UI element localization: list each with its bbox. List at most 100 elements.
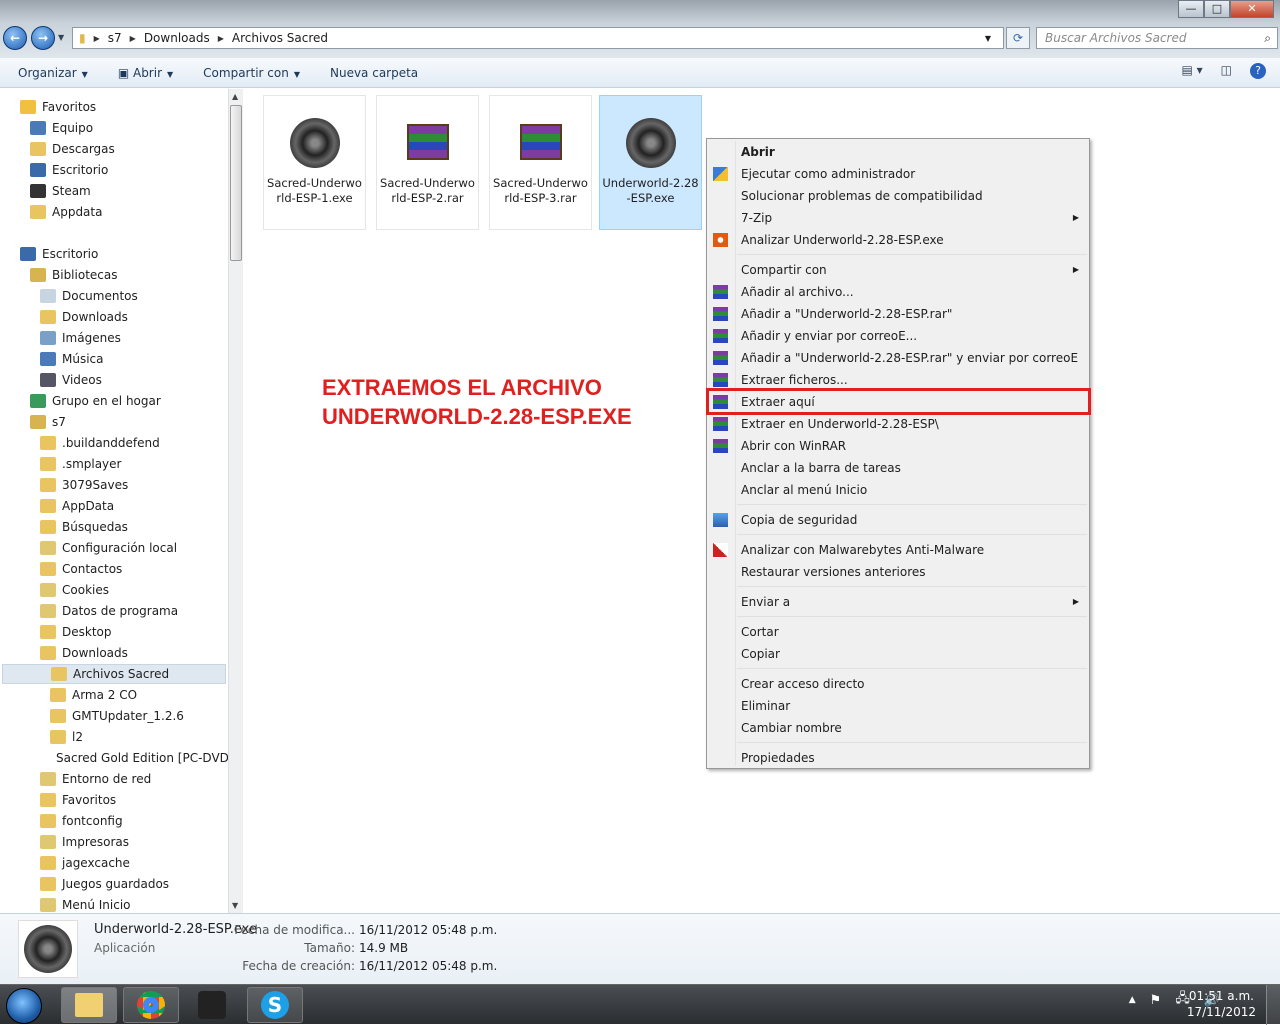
menu-item[interactable]: Crear acceso directo	[707, 673, 1089, 695]
open-button[interactable]: ▣ Abrir ▼	[118, 66, 173, 80]
nav-item[interactable]: Arma 2 CO	[0, 685, 228, 705]
back-button[interactable]: ←	[3, 26, 27, 50]
menu-item[interactable]: Analizar Underworld-2.28-ESP.exe	[707, 229, 1089, 251]
menu-item[interactable]: Cambiar nombre	[707, 717, 1089, 739]
nav-item[interactable]: Sacred Gold Edition [PC-DVD	[0, 748, 228, 768]
nav-item[interactable]: Entorno de red	[0, 769, 228, 789]
nav-item[interactable]: Cookies	[0, 580, 228, 600]
nav-item[interactable]: Documentos	[0, 286, 228, 306]
preview-pane-icon[interactable]: ◫	[1221, 63, 1232, 79]
nav-item[interactable]: Búsquedas	[0, 517, 228, 537]
nav-item[interactable]: Favoritos	[0, 790, 228, 810]
address-dropdown-icon[interactable]: ▼	[985, 34, 991, 43]
menu-item[interactable]: 7-Zip ▶	[707, 207, 1089, 229]
start-button[interactable]	[6, 988, 42, 1024]
menu-item[interactable]: Añadir y enviar por correoE...	[707, 325, 1089, 347]
menu-item[interactable]: Enviar a ▶	[707, 591, 1089, 613]
menu-item[interactable]: Añadir a "Underworld-2.28-ESP.rar" y env…	[707, 347, 1089, 369]
nav-item[interactable]: Impresoras	[0, 832, 228, 852]
nav-item[interactable]: Juegos guardados	[0, 874, 228, 894]
nav-item[interactable]: Downloads	[0, 643, 228, 663]
menu-item[interactable]: Abrir	[707, 141, 1089, 163]
nav-item[interactable]: Steam	[0, 181, 228, 201]
menu-item[interactable]: Abrir con WinRAR	[707, 435, 1089, 457]
nav-item[interactable]: GMTUpdater_1.2.6	[0, 706, 228, 726]
nav-item[interactable]: Equipo	[0, 118, 228, 138]
scrollbar-thumb[interactable]	[230, 105, 242, 261]
forward-button[interactable]: →	[31, 26, 55, 50]
menu-item[interactable]: Anclar a la barra de tareas	[707, 457, 1089, 479]
help-icon[interactable]: ?	[1250, 63, 1266, 79]
menu-item[interactable]: Copiar	[707, 643, 1089, 665]
menu-item[interactable]: Eliminar	[707, 695, 1089, 717]
nav-item[interactable]: Downloads	[0, 307, 228, 327]
taskbar-chrome[interactable]	[123, 987, 179, 1023]
breadcrumb-downloads[interactable]: Downloads	[144, 31, 210, 45]
menu-item[interactable]: Anclar al menú Inicio	[707, 479, 1089, 501]
minimize-button[interactable]: —	[1178, 0, 1204, 18]
menu-item[interactable]: Añadir a "Underworld-2.28-ESP.rar"	[707, 303, 1089, 325]
show-hidden-icons[interactable]: ▲	[1129, 995, 1136, 1005]
nav-item[interactable]: .smplayer	[0, 454, 228, 474]
nav-item[interactable]: Desktop	[0, 622, 228, 642]
show-desktop-button[interactable]	[1266, 985, 1280, 1025]
nav-item[interactable]: Descargas	[0, 139, 228, 159]
nav-item[interactable]: AppData	[0, 496, 228, 516]
nav-item[interactable]: Contactos	[0, 559, 228, 579]
nav-item[interactable]: Bibliotecas	[0, 265, 228, 285]
navigation-scrollbar[interactable]: ▲ ▼	[228, 89, 243, 913]
breadcrumb-s7[interactable]: s7	[108, 31, 122, 45]
menu-item[interactable]: Compartir con ▶	[707, 259, 1089, 281]
nav-item[interactable]: Archivos Sacred	[2, 664, 226, 684]
menu-item[interactable]: Propiedades	[707, 747, 1089, 769]
breadcrumb-archivos-sacred[interactable]: Archivos Sacred	[232, 31, 328, 45]
nav-item[interactable]: Imágenes	[0, 328, 228, 348]
menu-item[interactable]: Restaurar versiones anteriores	[707, 561, 1089, 583]
taskbar-skype[interactable]: S	[247, 987, 303, 1023]
nav-item[interactable]: .buildanddefend	[0, 433, 228, 453]
nav-item[interactable]: Música	[0, 349, 228, 369]
taskbar-steam[interactable]	[184, 987, 240, 1023]
file-item[interactable]: Underworld-2.28-ESP.exe	[599, 95, 702, 230]
menu-item[interactable]: Solucionar problemas de compatibilidad	[707, 185, 1089, 207]
refresh-button[interactable]: ⟳	[1006, 27, 1030, 49]
view-options-icon[interactable]: ▤ ▾	[1181, 63, 1202, 79]
nav-item[interactable]: Menú Inicio	[0, 895, 228, 913]
address-bar[interactable]: ▮ ▶ s7 ▶ Downloads ▶ Archivos Sacred ▼	[72, 27, 1004, 49]
nav-item[interactable]: fontconfig	[0, 811, 228, 831]
share-button[interactable]: Compartir con ▼	[203, 66, 300, 80]
action-center-flag-icon[interactable]: ⚑	[1150, 993, 1162, 1008]
file-item[interactable]: Sacred-Underworld-ESP-1.exe	[263, 95, 366, 230]
nav-item[interactable]: Appdata	[0, 202, 228, 222]
clock[interactable]: 01:51 a.m. 17/11/2012	[1187, 988, 1256, 1020]
nav-item[interactable]: jagexcache	[0, 853, 228, 873]
taskbar-explorer[interactable]	[61, 987, 117, 1023]
nav-item[interactable]: Videos	[0, 370, 228, 390]
file-item[interactable]: Sacred-Underworld-ESP-2.rar	[376, 95, 479, 230]
menu-item[interactable]: Ejecutar como administrador	[707, 163, 1089, 185]
search-input[interactable]: Buscar Archivos Sacred ⌕	[1036, 27, 1278, 49]
search-icon[interactable]: ⌕	[1264, 28, 1271, 48]
menu-item[interactable]: Analizar con Malwarebytes Anti-Malware	[707, 539, 1089, 561]
menu-item[interactable]: Extraer en Underworld-2.28-ESP\	[707, 413, 1089, 435]
menu-item[interactable]: Cortar	[707, 621, 1089, 643]
scroll-down-icon[interactable]: ▼	[232, 901, 238, 910]
menu-item[interactable]: Copia de seguridad	[707, 509, 1089, 531]
scroll-up-icon[interactable]: ▲	[232, 92, 238, 101]
organize-button[interactable]: Organizar ▼	[18, 66, 88, 80]
nav-item[interactable]: s7	[0, 412, 228, 432]
nav-item[interactable]: 3079Saves	[0, 475, 228, 495]
nav-item[interactable]: Grupo en el hogar	[0, 391, 228, 411]
nav-item[interactable]: Favoritos	[0, 97, 228, 117]
menu-item[interactable]: Añadir al archivo...	[707, 281, 1089, 303]
close-button[interactable]: ✕	[1230, 0, 1274, 18]
nav-item[interactable]: Datos de programa	[0, 601, 228, 621]
nav-item[interactable]: Configuración local	[0, 538, 228, 558]
recent-pages-dropdown[interactable]: ▼	[58, 33, 64, 42]
nav-item[interactable]: l2	[0, 727, 228, 747]
new-folder-button[interactable]: Nueva carpeta	[330, 66, 418, 80]
nav-item[interactable]: Escritorio	[0, 244, 228, 264]
file-item[interactable]: Sacred-Underworld-ESP-3.rar	[489, 95, 592, 230]
maximize-button[interactable]: □	[1204, 0, 1230, 18]
nav-item[interactable]: Escritorio	[0, 160, 228, 180]
